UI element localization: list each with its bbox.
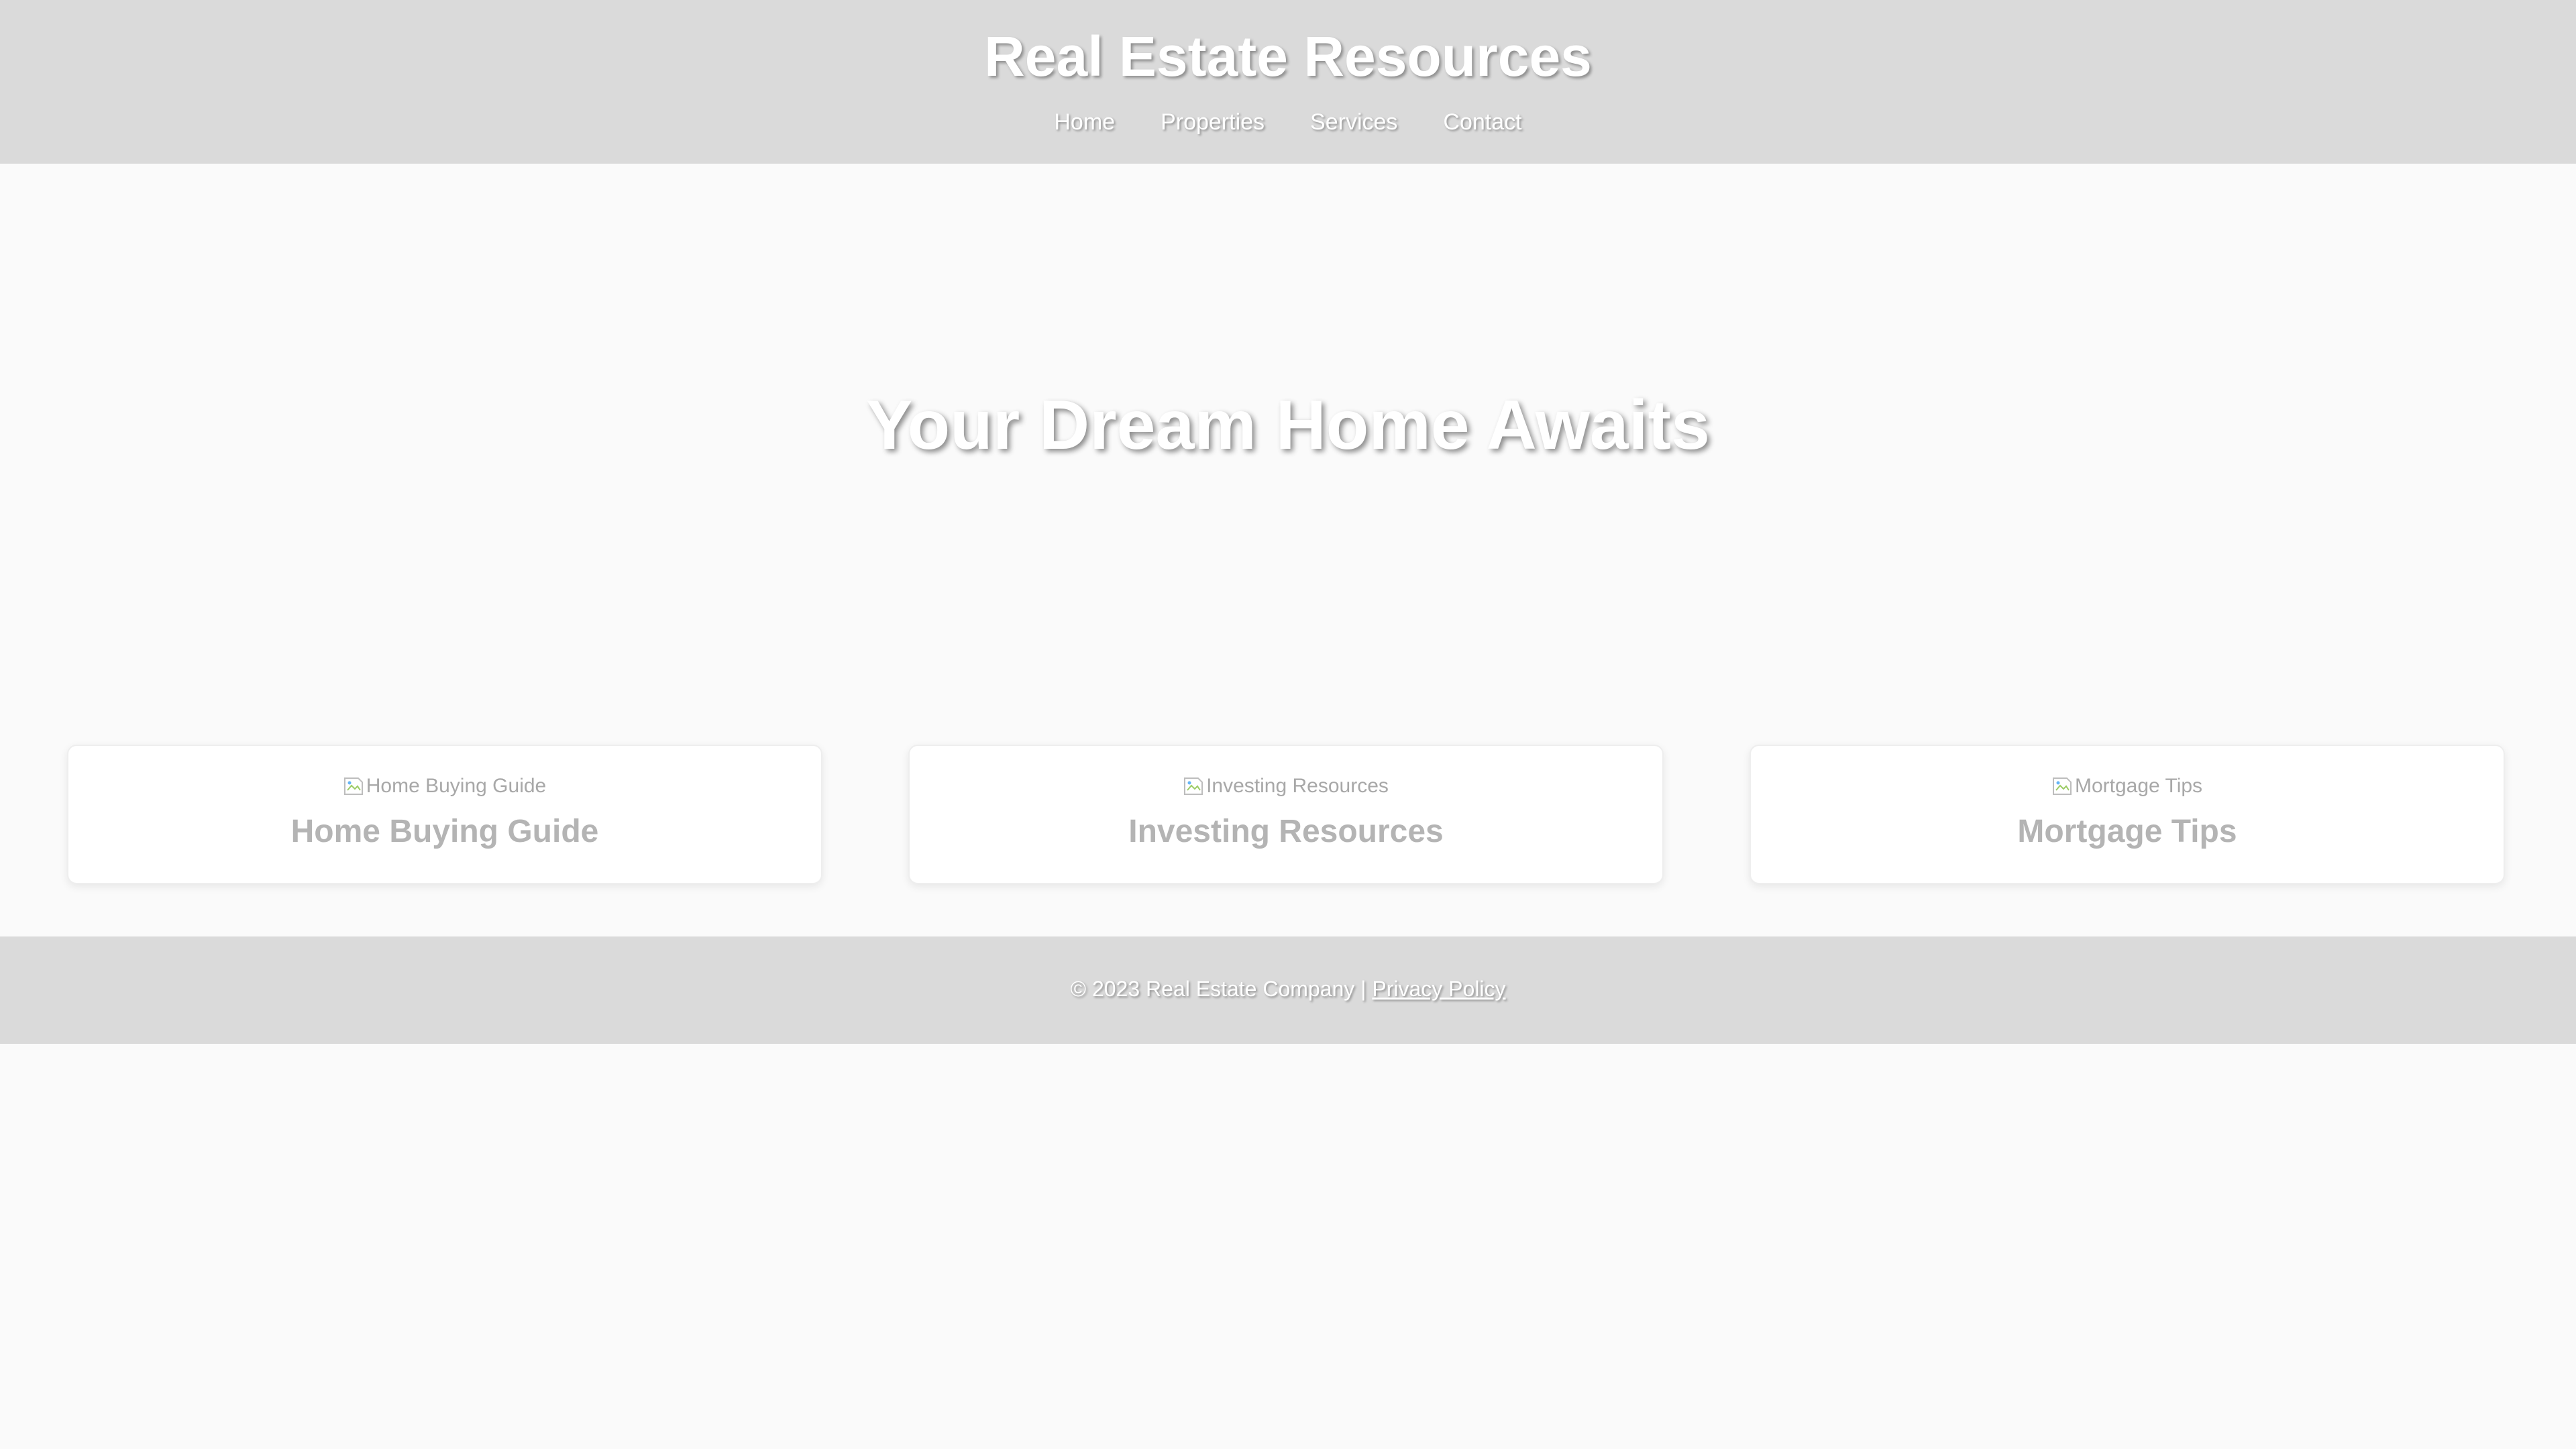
resource-cards: Home Buying Guide Home Buying Guide Inve… bbox=[67, 745, 2505, 884]
card-mortgage-tips[interactable]: Mortgage Tips Mortgage Tips bbox=[1750, 745, 2505, 884]
card-investing-resources[interactable]: Investing Resources Investing Resources bbox=[908, 745, 1664, 884]
nav-link-properties[interactable]: Properties bbox=[1161, 107, 1265, 137]
privacy-policy-link[interactable]: Privacy Policy bbox=[1372, 977, 1505, 1001]
nav-link-contact[interactable]: Contact bbox=[1443, 107, 1521, 137]
card-title: Investing Resources bbox=[1128, 814, 1444, 849]
site-footer: © 2023 Real Estate Company | Privacy Pol… bbox=[0, 936, 2576, 1044]
broken-image-icon bbox=[2052, 775, 2072, 797]
main-nav: Home Properties Services Contact bbox=[0, 107, 2576, 137]
nav-link-services[interactable]: Services bbox=[1310, 107, 1397, 137]
card-image-alt: Home Buying Guide bbox=[366, 775, 547, 797]
card-title: Home Buying Guide bbox=[290, 814, 599, 849]
card-image: Investing Resources bbox=[910, 773, 1662, 800]
site-header: Real Estate Resources Home Properties Se… bbox=[0, 0, 2576, 164]
hero-section: Your Dream Home Awaits bbox=[0, 164, 2576, 745]
nav-link-home[interactable]: Home bbox=[1054, 107, 1115, 137]
card-image-alt: Investing Resources bbox=[1206, 775, 1389, 797]
broken-image-icon bbox=[1183, 775, 1203, 797]
copyright-text: © 2023 Real Estate Company | bbox=[1070, 977, 1373, 1001]
card-image: Home Buying Guide bbox=[68, 773, 821, 800]
card-title: Mortgage Tips bbox=[2017, 814, 2237, 849]
site-title: Real Estate Resources bbox=[984, 25, 1592, 88]
broken-image-icon bbox=[343, 775, 364, 797]
card-image: Mortgage Tips bbox=[1751, 773, 2504, 800]
hero-title: Your Dream Home Awaits bbox=[865, 386, 1710, 464]
card-image-alt: Mortgage Tips bbox=[2074, 775, 2203, 797]
card-home-buying-guide[interactable]: Home Buying Guide Home Buying Guide bbox=[67, 745, 822, 884]
footer-text: © 2023 Real Estate Company | Privacy Pol… bbox=[0, 974, 2576, 1004]
